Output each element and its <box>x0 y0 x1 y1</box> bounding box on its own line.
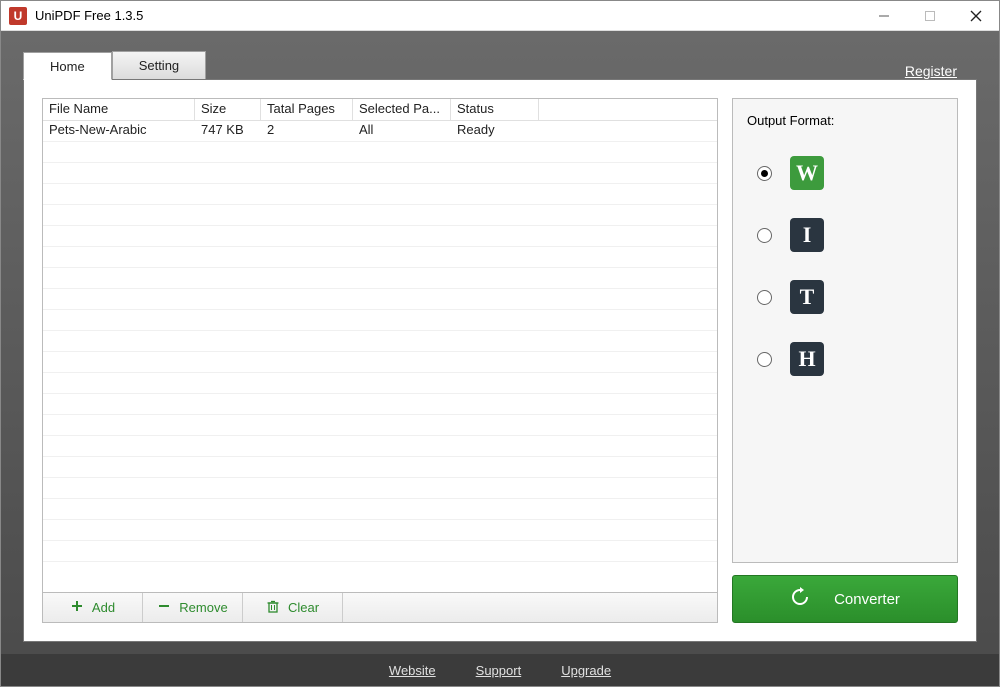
file-table: File Name Size Tatal Pages Selected Pa..… <box>42 98 718 593</box>
convert-label: Converter <box>834 591 900 608</box>
remove-label: Remove <box>179 600 227 615</box>
header-size[interactable]: Size <box>195 99 261 120</box>
cell-totalpages: 2 <box>261 121 353 141</box>
cell-selectedpages: All <box>353 121 451 141</box>
radio-text[interactable] <box>757 290 772 305</box>
table-body: Pets-New-Arabic 747 KB 2 All Ready <box>43 121 717 562</box>
empty-row <box>43 415 717 436</box>
output-format-title: Output Format: <box>747 113 943 128</box>
format-option-html[interactable]: H <box>747 338 943 400</box>
titlebar: U UniPDF Free 1.3.5 <box>1 1 999 31</box>
close-button[interactable] <box>953 1 999 31</box>
empty-row <box>43 457 717 478</box>
header-filename[interactable]: File Name <box>43 99 195 120</box>
empty-row <box>43 331 717 352</box>
empty-row <box>43 184 717 205</box>
empty-row <box>43 226 717 247</box>
text-icon: T <box>790 280 824 314</box>
clear-button[interactable]: Clear <box>243 593 343 622</box>
minus-icon <box>157 599 171 616</box>
empty-row <box>43 142 717 163</box>
trash-icon <box>266 599 280 616</box>
table-row[interactable]: Pets-New-Arabic 747 KB 2 All Ready <box>43 121 717 142</box>
tab-home[interactable]: Home <box>23 52 112 80</box>
footer: Website Support Upgrade <box>1 654 999 686</box>
format-option-word[interactable]: W <box>747 152 943 214</box>
plus-icon <box>70 599 84 616</box>
word-icon: W <box>790 156 824 190</box>
window-controls <box>861 1 999 31</box>
empty-row <box>43 289 717 310</box>
tabs-row: Home Setting Register <box>1 31 999 79</box>
client-area: Home Setting Register File Name Size Tat… <box>1 31 999 686</box>
empty-row <box>43 310 717 331</box>
register-link[interactable]: Register <box>905 63 977 79</box>
empty-row <box>43 352 717 373</box>
format-option-text[interactable]: T <box>747 276 943 338</box>
header-extra <box>539 99 717 120</box>
empty-row <box>43 268 717 289</box>
left-column: File Name Size Tatal Pages Selected Pa..… <box>42 98 718 623</box>
clear-label: Clear <box>288 600 319 615</box>
radio-html[interactable] <box>757 352 772 367</box>
header-selectedpages[interactable]: Selected Pa... <box>353 99 451 120</box>
empty-row <box>43 163 717 184</box>
empty-row <box>43 373 717 394</box>
empty-row <box>43 478 717 499</box>
empty-row <box>43 394 717 415</box>
website-link[interactable]: Website <box>389 663 436 678</box>
app-window: U UniPDF Free 1.3.5 Home Setting Registe… <box>0 0 1000 687</box>
cell-status: Ready <box>451 121 539 141</box>
radio-image[interactable] <box>757 228 772 243</box>
empty-row <box>43 436 717 457</box>
minimize-button[interactable] <box>861 1 907 31</box>
format-option-image[interactable]: I <box>747 214 943 276</box>
action-bar: Add Remove Clear <box>42 593 718 623</box>
add-button[interactable]: Add <box>43 593 143 622</box>
maximize-button[interactable] <box>907 1 953 31</box>
output-format-box: Output Format: W I T H <box>732 98 958 563</box>
tab-setting[interactable]: Setting <box>112 51 206 79</box>
upgrade-link[interactable]: Upgrade <box>561 663 611 678</box>
app-icon: U <box>9 7 27 25</box>
table-header: File Name Size Tatal Pages Selected Pa..… <box>43 99 717 121</box>
header-totalpages[interactable]: Tatal Pages <box>261 99 353 120</box>
refresh-icon <box>790 587 810 611</box>
empty-row <box>43 247 717 268</box>
empty-row <box>43 499 717 520</box>
add-label: Add <box>92 600 115 615</box>
image-icon: I <box>790 218 824 252</box>
main-panel: File Name Size Tatal Pages Selected Pa..… <box>23 79 977 642</box>
empty-row <box>43 205 717 226</box>
cell-size: 747 KB <box>195 121 261 141</box>
empty-row <box>43 520 717 541</box>
convert-button[interactable]: Converter <box>732 575 958 623</box>
empty-row <box>43 541 717 562</box>
html-icon: H <box>790 342 824 376</box>
header-status[interactable]: Status <box>451 99 539 120</box>
remove-button[interactable]: Remove <box>143 593 243 622</box>
radio-word[interactable] <box>757 166 772 181</box>
cell-filename: Pets-New-Arabic <box>43 121 195 141</box>
window-title: UniPDF Free 1.3.5 <box>35 8 861 23</box>
right-column: Output Format: W I T H <box>732 98 958 623</box>
support-link[interactable]: Support <box>476 663 522 678</box>
